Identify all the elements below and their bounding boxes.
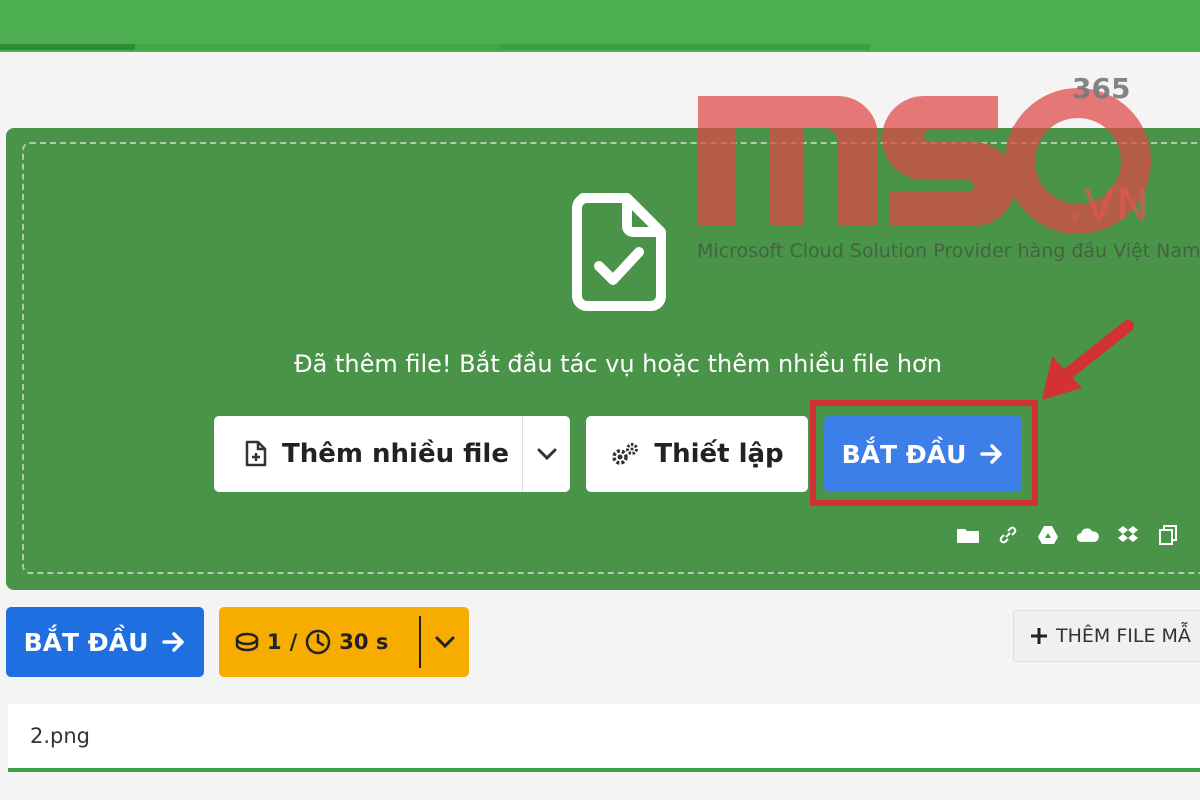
watermark-tagline: Microsoft Cloud Solution Provider hàng đ… <box>697 240 1200 262</box>
gears-icon <box>612 443 639 465</box>
add-sample-label: THÊM FILE MẪ <box>1056 625 1191 647</box>
chevron-down-icon <box>435 636 455 648</box>
dropbox-icon[interactable] <box>1116 524 1140 546</box>
watermark-365: 365 <box>1072 72 1131 105</box>
credits-count: 1 <box>267 630 282 654</box>
start-button-highlight <box>810 400 1038 506</box>
add-files-label: Thêm nhiều file <box>282 439 509 469</box>
google-drive-icon[interactable] <box>1036 524 1060 546</box>
upload-progress-bar <box>0 44 870 50</box>
file-source-icons <box>956 524 1180 546</box>
file-list-item[interactable]: 2.png <box>8 704 1200 772</box>
add-files-button[interactable]: Thêm nhiều file <box>214 416 522 492</box>
clock-icon <box>306 629 331 655</box>
file-plus-icon <box>245 440 267 467</box>
settings-label: Thiết lập <box>654 439 784 469</box>
arrow-right-icon <box>162 632 185 652</box>
status-message: Đã thêm file! Bắt đầu tác vụ hoặc thêm n… <box>294 350 942 378</box>
watermark-vn: .VN <box>1068 180 1151 231</box>
add-files-dropdown[interactable] <box>523 448 570 460</box>
bottom-start-button[interactable]: BẮT ĐẦU <box>6 607 204 677</box>
plus-icon <box>1031 628 1047 644</box>
credits-separator: / <box>289 630 298 654</box>
clipboard-icon[interactable] <box>1156 524 1180 546</box>
link-icon[interactable] <box>996 524 1020 546</box>
red-pointer-arrow <box>1042 320 1134 400</box>
credits-time-button[interactable]: 1 / 30 s <box>219 607 469 677</box>
add-files-button-group: Thêm nhiều file <box>214 416 570 492</box>
file-name: 2.png <box>30 724 91 748</box>
credits-dropdown[interactable] <box>421 636 469 648</box>
chevron-down-icon <box>537 448 556 460</box>
bottom-start-label: BẮT ĐẦU <box>23 627 149 657</box>
settings-button[interactable]: Thiết lập <box>586 416 808 492</box>
header-bar <box>0 0 1200 52</box>
file-check-icon <box>572 193 666 311</box>
coins-icon <box>235 632 259 652</box>
add-sample-file-button[interactable]: THÊM FILE MẪ <box>1013 610 1200 662</box>
time-value: 30 s <box>339 630 389 654</box>
folder-icon[interactable] <box>956 524 980 546</box>
onedrive-icon[interactable] <box>1076 524 1100 546</box>
